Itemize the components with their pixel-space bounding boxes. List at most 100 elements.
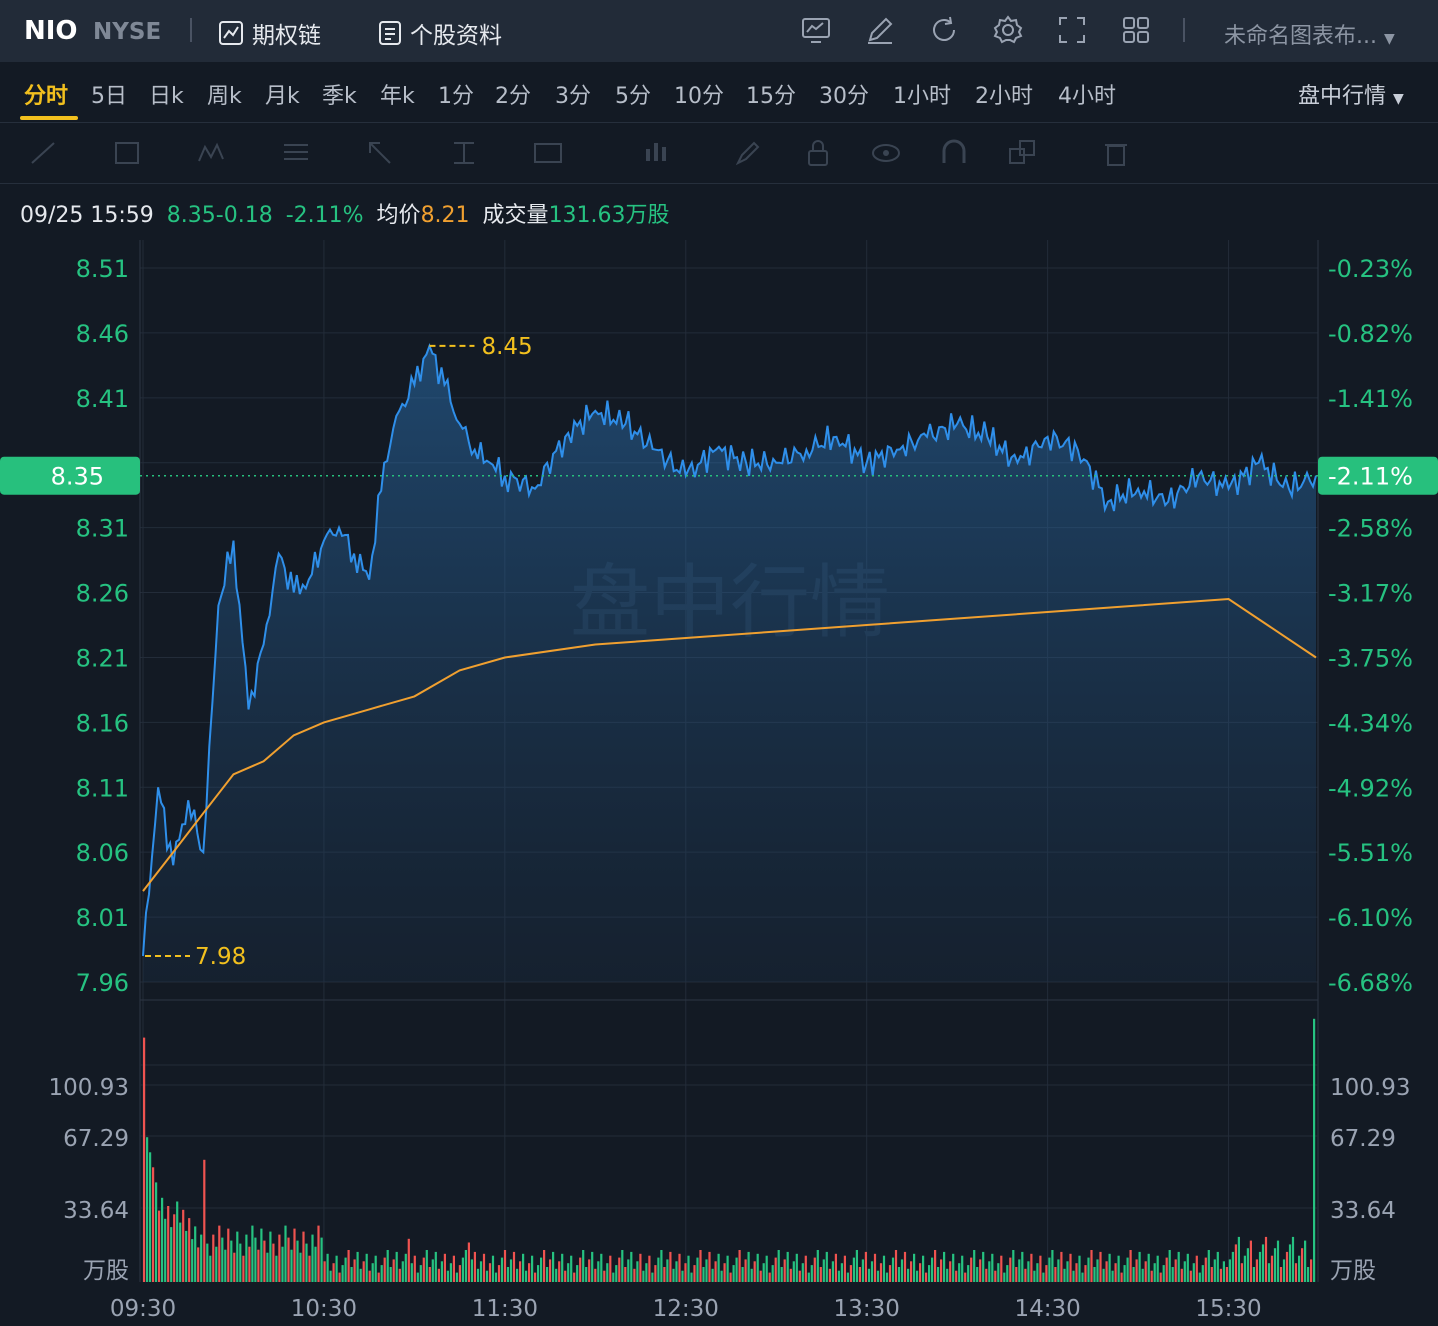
volume-bar — [1066, 1261, 1069, 1282]
arrow-icon[interactable] — [364, 137, 396, 169]
volume-bar — [1219, 1268, 1222, 1282]
brush-icon[interactable] — [732, 137, 764, 169]
edit-icon[interactable] — [865, 15, 895, 45]
indicator-icon[interactable] — [640, 137, 672, 169]
volume-bar — [834, 1253, 837, 1282]
volume-bar — [1310, 1259, 1313, 1282]
volume-bar — [482, 1253, 486, 1282]
lock-icon[interactable] — [802, 137, 834, 169]
volume-bar — [561, 1253, 564, 1282]
pattern-icon[interactable] — [196, 137, 228, 169]
volume-bar — [341, 1265, 344, 1282]
trend-line-icon[interactable] — [28, 137, 60, 169]
stock-profile-button[interactable]: 个股资料 — [378, 16, 502, 50]
volume-bar — [200, 1234, 203, 1282]
volume-bar — [958, 1263, 961, 1282]
volume-bar — [1132, 1267, 1135, 1282]
magnet-icon[interactable] — [938, 137, 970, 169]
tab-timeframe-14[interactable]: 1小时 — [893, 78, 951, 110]
volume-bar — [786, 1251, 789, 1282]
volume-bar — [155, 1182, 158, 1282]
volume-bar — [233, 1252, 236, 1282]
tab-timeframe-2[interactable]: 日k — [149, 78, 184, 110]
volume-bar — [497, 1265, 501, 1282]
volume-bar — [891, 1257, 895, 1282]
volume-bar — [416, 1272, 419, 1282]
volume-bar — [867, 1268, 871, 1282]
tab-timeframe-11[interactable]: 10分 — [674, 78, 724, 110]
refresh-icon[interactable] — [929, 15, 959, 45]
trash-icon[interactable] — [1100, 137, 1132, 169]
volume-bar — [888, 1265, 892, 1282]
layout-selector[interactable]: 未命名图表布... ▼ — [1224, 18, 1395, 50]
layout-name: 未命名图表布... — [1224, 24, 1377, 49]
symbol-label[interactable]: NIO — [24, 16, 78, 46]
tab-timeframe-8[interactable]: 2分 — [495, 78, 531, 110]
fibonacci-icon[interactable] — [280, 137, 312, 169]
volume-bar — [861, 1259, 864, 1282]
volume-bar — [741, 1267, 744, 1282]
tab-timeframe-15[interactable]: 2小时 — [975, 78, 1033, 110]
layers-icon[interactable] — [1006, 137, 1038, 169]
volume-bar — [191, 1239, 194, 1282]
volume-bar — [606, 1263, 609, 1282]
measure-icon[interactable] — [448, 137, 480, 169]
volume-bar — [690, 1272, 693, 1282]
volume-bar — [1195, 1255, 1198, 1282]
rectangle-icon[interactable] — [112, 137, 144, 169]
volume-bar — [164, 1218, 167, 1282]
volume-bar — [500, 1257, 504, 1282]
volume-unit-label-right: 万股 — [1330, 1258, 1376, 1284]
tab-timeframe-3[interactable]: 周k — [207, 78, 242, 110]
options-chain-button[interactable]: 期权链 — [218, 16, 321, 50]
volume-bar — [900, 1259, 904, 1282]
volume-bar — [395, 1251, 398, 1282]
document-icon — [379, 21, 401, 45]
volume-axis-label: 33.64 — [63, 1198, 129, 1224]
text-icon[interactable] — [532, 137, 564, 169]
volume-bar — [885, 1272, 889, 1282]
volume-bar — [224, 1249, 227, 1282]
volume-bar — [946, 1268, 949, 1282]
volume-bar — [873, 1253, 877, 1282]
tab-timeframe-10[interactable]: 5分 — [615, 78, 651, 110]
volume-bar — [254, 1237, 257, 1282]
volume-bar — [997, 1263, 1000, 1282]
intraday-chart[interactable]: 盘中行情8.35-2.11%8.51-0.23%8.46-0.82%8.41-1… — [0, 230, 1438, 1326]
tab-timeframe-16[interactable]: 4小时 — [1058, 78, 1116, 110]
volume-bar — [1231, 1251, 1234, 1282]
tab-timeframe-9[interactable]: 3分 — [555, 78, 591, 110]
volume-bar — [1015, 1267, 1018, 1282]
volume-bar — [248, 1246, 251, 1282]
gear-icon[interactable] — [993, 15, 1023, 45]
fullscreen-icon[interactable] — [1057, 15, 1087, 45]
volume-bar — [1096, 1259, 1099, 1282]
volume-bar — [1174, 1259, 1177, 1282]
grid-layout-icon[interactable] — [1121, 15, 1151, 45]
tab-timeframe-0[interactable]: 分时 — [24, 78, 68, 110]
session-selector[interactable]: 盘中行情 ▼ — [1298, 78, 1404, 110]
tab-timeframe-12[interactable]: 15分 — [746, 78, 796, 110]
volume-bar — [167, 1206, 170, 1282]
tab-timeframe-1[interactable]: 5日 — [91, 78, 127, 110]
tab-timeframe-6[interactable]: 年k — [380, 78, 415, 110]
volume-bar — [1301, 1248, 1304, 1282]
volume-bar — [903, 1251, 907, 1282]
volume-bar — [323, 1261, 326, 1282]
volume-bar — [1147, 1253, 1150, 1282]
eye-icon[interactable] — [870, 137, 902, 169]
volume-bar — [1279, 1267, 1283, 1282]
tab-timeframe-4[interactable]: 月k — [265, 78, 300, 110]
volume-bar — [1171, 1267, 1174, 1282]
price-axis-label: 8.11 — [76, 774, 129, 802]
chart-type-icon[interactable] — [801, 15, 831, 45]
volume-bar — [1021, 1251, 1024, 1282]
tab-timeframe-5[interactable]: 季k — [322, 78, 357, 110]
tab-timeframe-13[interactable]: 30分 — [819, 78, 869, 110]
volume-bar — [666, 1259, 669, 1282]
volume-bar — [792, 1261, 795, 1282]
volume-bar — [1210, 1267, 1213, 1282]
volume-bar — [564, 1270, 567, 1282]
tab-timeframe-7[interactable]: 1分 — [438, 78, 474, 110]
volume-bar — [699, 1250, 702, 1282]
